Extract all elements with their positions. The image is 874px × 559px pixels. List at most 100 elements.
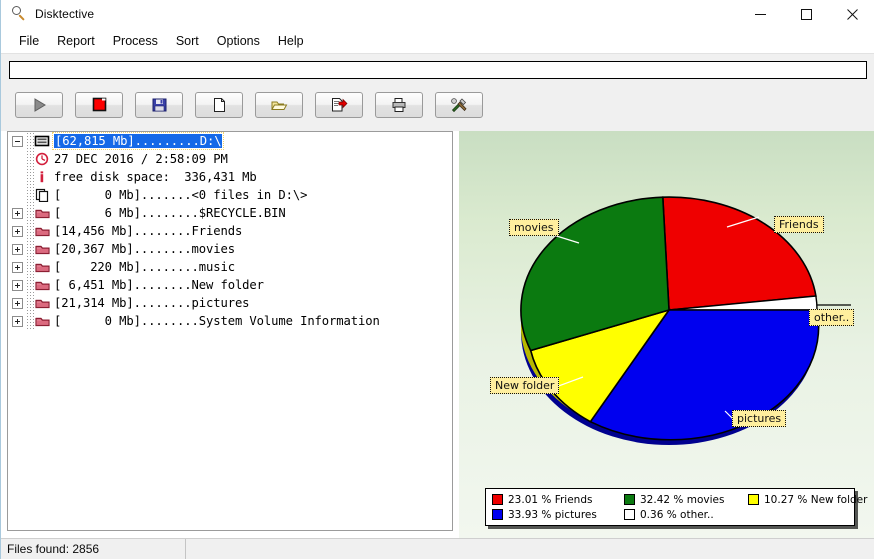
tree-row[interactable]: [ 0 Mb].......<0 files in D:\> (8, 186, 452, 204)
path-input[interactable] (9, 61, 867, 79)
document-export-icon (332, 98, 348, 112)
tree-row-label: [14,456 Mb]........Friends (54, 224, 243, 238)
legend-label: 10.27 % New folder (764, 493, 868, 506)
info-icon (34, 170, 51, 185)
window-title: Disktective (35, 7, 95, 21)
save-button[interactable] (135, 92, 183, 118)
legend-item: 32.42 % movies (624, 492, 744, 507)
tree-row[interactable]: [ 220 Mb]........music (8, 258, 452, 276)
tree-connector (25, 240, 34, 258)
tree-row-label: [ 220 Mb]........music (54, 260, 235, 274)
tree-row[interactable]: [ 6 Mb]........$RECYCLE.BIN (8, 204, 452, 222)
directory-tree: [62,815 Mb].........D:\ 27 DEC 2016 / 2:5… (8, 132, 452, 330)
folder-icon (34, 206, 51, 221)
new-button[interactable] (195, 92, 243, 118)
expand-icon[interactable] (12, 297, 23, 309)
open-button[interactable] (255, 92, 303, 118)
tree-connector (25, 168, 34, 186)
maximize-icon[interactable] (783, 0, 829, 28)
tree-row[interactable]: [21,314 Mb]........pictures (8, 294, 452, 312)
tools-icon (451, 98, 467, 113)
tree-row-label: [62,815 Mb].........D:\ (51, 132, 225, 150)
tree-row[interactable]: [14,456 Mb]........Friends (8, 222, 452, 240)
files-icon (34, 188, 51, 203)
export-button[interactable] (315, 92, 363, 118)
folder-icon (34, 260, 51, 275)
toolbar (15, 92, 483, 118)
stop-icon (92, 97, 107, 112)
collapse-icon[interactable] (12, 135, 23, 147)
window-controls (737, 0, 874, 28)
tree-connector (25, 312, 34, 330)
expand-icon[interactable] (12, 261, 23, 273)
print-button[interactable] (375, 92, 423, 118)
pie-label-other: other.. (809, 309, 855, 326)
start-scan-button[interactable] (15, 92, 63, 118)
folder-icon (34, 278, 51, 293)
tree-row[interactable]: free disk space: 336,431 Mb (8, 168, 452, 186)
expand-icon[interactable] (12, 243, 23, 255)
minimize-icon[interactable] (737, 0, 783, 28)
pie-chart-svg (520, 196, 851, 445)
settings-button[interactable] (435, 92, 483, 118)
legend-swatch (492, 509, 503, 520)
menu-item-file[interactable]: File (10, 32, 48, 50)
menu-item-report[interactable]: Report (48, 32, 104, 50)
chart-legend: 23.01 % Friends 32.42 % movies 10.27 % New… (485, 488, 867, 526)
chart-panel: movies Friends other.. pictures New fold… (459, 131, 874, 539)
title-bar: Disktective (1, 0, 874, 28)
menu-item-sort[interactable]: Sort (167, 32, 208, 50)
menu-item-process[interactable]: Process (104, 32, 167, 50)
close-icon[interactable] (829, 0, 874, 28)
tree-row-label: 27 DEC 2016 / 2:58:09 PM (54, 152, 228, 166)
tree-row-label: [20,367 Mb]........movies (54, 242, 235, 256)
tree-connector (25, 276, 34, 294)
legend-item: 10.27 % New folder (748, 492, 867, 507)
drive-icon (34, 134, 51, 149)
legend-swatch (748, 494, 759, 505)
tree-row[interactable]: 27 DEC 2016 / 2:58:09 PM (8, 150, 452, 168)
play-icon (34, 98, 46, 112)
tree-row-label: [21,314 Mb]........pictures (54, 296, 250, 310)
folder-icon (34, 242, 51, 257)
pie-chart: movies Friends other.. pictures New fold… (459, 131, 874, 471)
open-folder-icon (271, 101, 288, 110)
tree-row[interactable]: [ 6,451 Mb]........New folder (8, 276, 452, 294)
tree-row-label: [ 6,451 Mb]........New folder (54, 278, 264, 292)
tree-row-label: [ 0 Mb]........System Volume Information (54, 314, 380, 328)
folder-icon (34, 224, 51, 239)
magnifier-icon (11, 6, 27, 22)
legend-item: 33.93 % pictures (492, 507, 620, 522)
expand-icon[interactable] (12, 225, 23, 237)
tree-row[interactable]: [62,815 Mb].........D:\ (8, 132, 452, 150)
tree-connector (25, 150, 34, 168)
legend-grid: 23.01 % Friends 32.42 % movies 10.27 % New… (492, 492, 867, 522)
toolbar-area: Ready (1, 53, 874, 172)
directory-tree-panel[interactable]: [62,815 Mb].........D:\ 27 DEC 2016 / 2:5… (7, 131, 453, 531)
menu-item-help[interactable]: Help (269, 32, 313, 50)
legend-label: 32.42 % movies (640, 493, 725, 506)
expand-icon[interactable] (12, 315, 23, 327)
folder-icon (34, 296, 51, 311)
legend-label: 0.36 % other.. (640, 508, 714, 521)
tree-row[interactable]: [20,367 Mb]........movies (8, 240, 452, 258)
folder-icon (34, 314, 51, 329)
tree-connector (25, 204, 34, 222)
pie-label-new-folder: New folder (490, 377, 560, 394)
legend-swatch (624, 494, 635, 505)
tree-row-label: free disk space: 336,431 Mb (54, 170, 257, 184)
status-files-found-label: Files found: 2856 (7, 542, 100, 556)
expand-icon[interactable] (12, 207, 23, 219)
floppy-disk-icon (152, 98, 167, 112)
app-window: Disktective File Report Process Sort Opt… (0, 0, 874, 559)
stop-scan-button[interactable] (75, 92, 123, 118)
tree-connector (25, 132, 34, 150)
pie-label-friends: Friends (774, 216, 824, 233)
tree-row[interactable]: [ 0 Mb]........System Volume Information (8, 312, 452, 330)
pie-label-pictures: pictures (732, 410, 787, 427)
expand-icon[interactable] (12, 279, 23, 291)
printer-icon (392, 98, 406, 112)
clock-icon (34, 152, 51, 167)
legend-item: 0.36 % other.. (624, 507, 744, 522)
menu-item-options[interactable]: Options (208, 32, 269, 50)
